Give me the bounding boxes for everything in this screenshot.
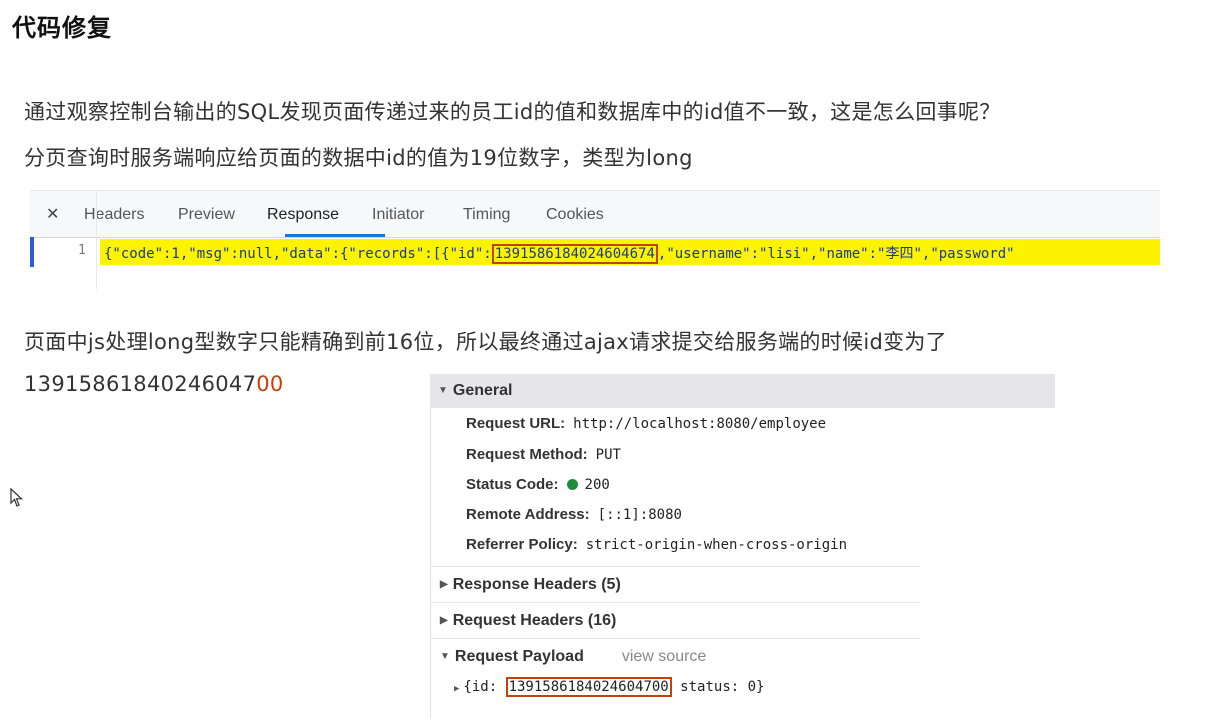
section-request-payload[interactable]: ▼ Request Payload view source xyxy=(430,648,1065,666)
triangle-down-icon: ▼ xyxy=(440,651,450,663)
rounded-id-suffix: 00 xyxy=(256,372,284,396)
close-icon[interactable]: ✕ xyxy=(46,204,59,223)
rounded-id-prefix: 13915861840246047 xyxy=(24,372,257,396)
json-suffix: ,"username":"lisi","name":"李四","password… xyxy=(657,246,1015,262)
row-request-method: Request Method: PUT xyxy=(466,445,621,463)
json-prefix: {"code":1,"msg":null,"data":{"records":[… xyxy=(104,246,492,262)
json-id-value: 1391586184024604674 xyxy=(491,244,658,264)
triangle-right-icon: ▶ xyxy=(440,615,448,627)
response-headers-label: Response Headers (5) xyxy=(452,576,621,593)
triangle-right-icon: ▶ xyxy=(454,684,460,694)
line-number: 1 xyxy=(78,243,86,258)
mouse-cursor-icon xyxy=(10,488,24,507)
tab-timing[interactable]: Timing xyxy=(463,206,510,224)
page-title: 代码修复 xyxy=(12,14,112,42)
tab-initiator[interactable]: Initiator xyxy=(372,206,424,224)
request-payload-json[interactable]: ▶ {id: 1391586184024604700 status: 0} xyxy=(454,677,765,697)
paragraph-rounded-id: 1391586184024604700 xyxy=(24,372,284,396)
green-dot-icon xyxy=(566,479,578,490)
response-code-line: 1 {"code":1,"msg":null,"data":{"records"… xyxy=(30,191,1160,289)
request-headers-label: Request Headers (16) xyxy=(452,612,617,629)
network-general-panel: ▼ General Request URL: http://localhost:80… xyxy=(430,374,1055,718)
divider xyxy=(430,602,920,603)
view-source-link[interactable]: view source xyxy=(622,648,706,665)
section-general[interactable]: ▼ General xyxy=(430,374,1055,408)
status-code-value: 200 xyxy=(584,477,610,493)
payload-suffix: status: 0} xyxy=(680,679,765,695)
tab-headers[interactable]: Headers xyxy=(84,206,144,224)
referrer-policy-value: strict-origin-when-cross-origin xyxy=(585,537,848,553)
paragraph-js-precision: 页面中js处理long型数字只能精确到前16位，所以最终通过ajax请求提交给服… xyxy=(24,330,947,354)
section-request-headers[interactable]: ▶ Request Headers (16) xyxy=(430,612,1065,630)
row-remote-address: Remote Address: [::1]:8080 xyxy=(466,505,682,523)
triangle-right-icon: ▶ xyxy=(440,579,448,591)
paragraph-response-id: 分页查询时服务端响应给页面的数据中id的值为19位数字，类型为long xyxy=(24,146,693,170)
row-request-url: Request URL: http://localhost:8080/employ… xyxy=(466,414,826,432)
request-payload-label: Request Payload xyxy=(454,648,584,665)
section-response-headers[interactable]: ▶ Response Headers (5) xyxy=(430,576,1065,594)
payload-prefix: {id: xyxy=(463,679,498,695)
panel-left-border xyxy=(430,408,431,718)
remote-address-value: [::1]:8080 xyxy=(597,507,682,523)
gutter-marker xyxy=(30,237,34,267)
request-method-label: Request Method: xyxy=(466,446,588,463)
remote-address-label: Remote Address: xyxy=(466,506,590,523)
referrer-policy-label: Referrer Policy: xyxy=(466,536,578,553)
triangle-down-icon: ▼ xyxy=(438,385,448,396)
section-general-label: General xyxy=(452,382,513,400)
payload-id-value: 1391586184024604700 xyxy=(505,677,672,697)
request-url-label: Request URL: xyxy=(466,415,566,432)
tab-response[interactable]: Response xyxy=(267,206,339,224)
request-method-value: PUT xyxy=(595,447,621,463)
divider xyxy=(430,566,920,567)
tab-preview[interactable]: Preview xyxy=(178,206,235,224)
gutter-separator xyxy=(96,191,97,289)
row-referrer-policy: Referrer Policy: strict-origin-when-cross… xyxy=(466,535,847,553)
response-json[interactable]: {"code":1,"msg":null,"data":{"records":[… xyxy=(104,243,1015,264)
row-status-code: Status Code: 200 xyxy=(466,475,610,493)
divider xyxy=(430,638,920,639)
paragraph-observation: 通过观察控制台输出的SQL发现页面传递过来的员工id的值和数据库中的id值不一致… xyxy=(24,100,1001,124)
status-code-label: Status Code: xyxy=(466,476,559,493)
devtools-response-panel: ✕ Headers Preview Response Initiator Tim… xyxy=(30,190,1160,289)
request-url-value[interactable]: http://localhost:8080/employee xyxy=(573,416,826,432)
devtools-tab-bar: ✕ Headers Preview Response Initiator Tim… xyxy=(30,191,1160,238)
tab-cookies[interactable]: Cookies xyxy=(546,206,604,224)
